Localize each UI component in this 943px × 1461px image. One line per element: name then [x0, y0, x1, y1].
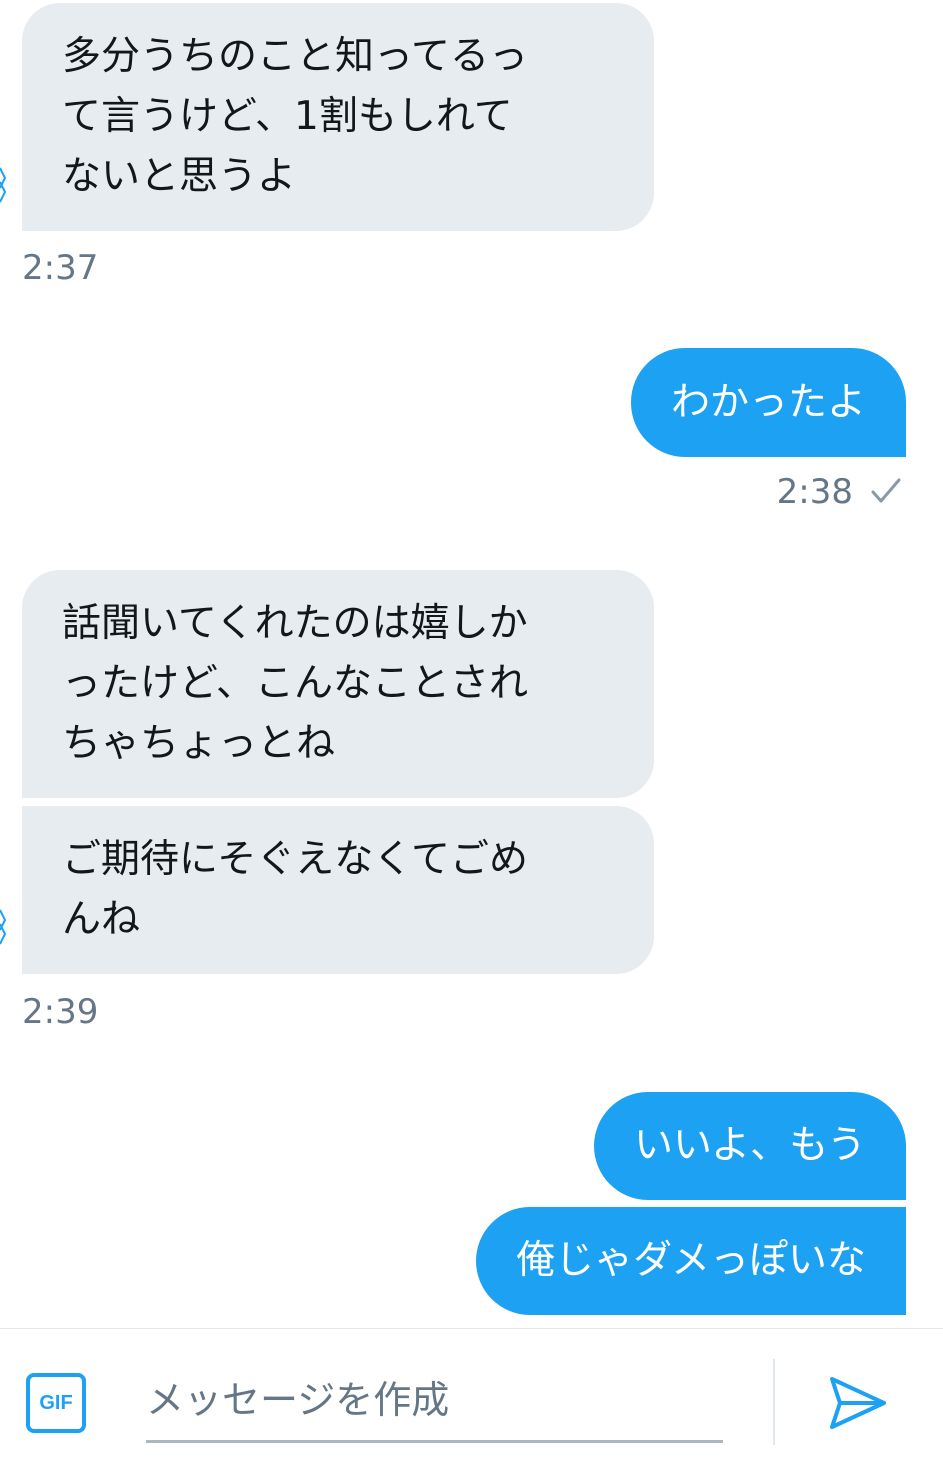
message-timestamp: 2:38	[776, 472, 853, 512]
gif-button[interactable]: GIF	[26, 1373, 86, 1433]
message-bubble-outgoing[interactable]: わかったよ	[630, 348, 906, 457]
message-bubble-incoming[interactable]: 話聞いてくれたのは嬉しか ったけど、こんなことされ ちゃちょっとね	[22, 570, 654, 798]
message-composer: GIF	[0, 1328, 943, 1461]
message-input[interactable]	[146, 1359, 723, 1443]
message-timestamp: 2:39	[22, 992, 99, 1032]
avatar-edge	[0, 906, 7, 946]
composer-divider	[773, 1359, 775, 1445]
message-bubble-outgoing[interactable]: いいよ、もう	[593, 1092, 906, 1200]
send-icon[interactable]	[826, 1371, 890, 1435]
message-timestamp: 2:37	[22, 248, 99, 288]
message-bubble-incoming[interactable]: 多分うちのこと知ってるっ て言うけど、1割もしれて ないと思うよ	[22, 3, 654, 231]
avatar-edge	[0, 164, 7, 204]
message-bubble-outgoing[interactable]: 俺じゃダメっぽいな	[476, 1207, 906, 1315]
message-thread: 多分うちのこと知ってるっ て言うけど、1割もしれて ないと思うよ 2:37 わか…	[0, 0, 943, 1328]
message-bubble-incoming[interactable]: ご期待にそぐえなくてごめ んね	[22, 806, 654, 974]
checkmark-icon	[871, 478, 901, 503]
